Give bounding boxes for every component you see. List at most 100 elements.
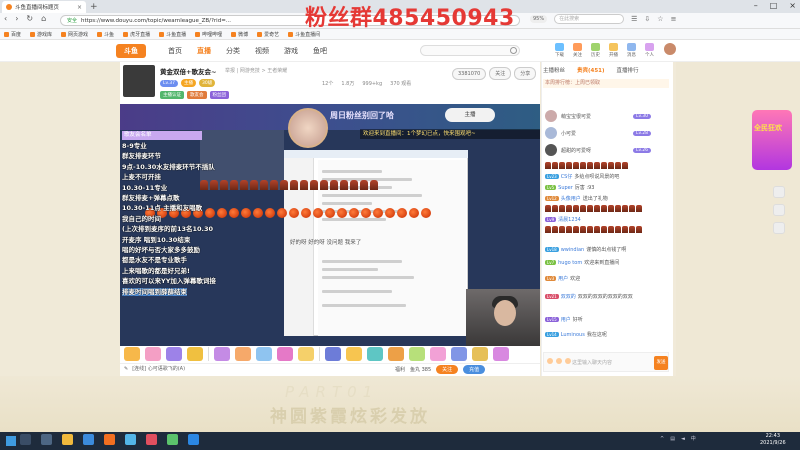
header-follow[interactable]: 关注 <box>573 43 582 58</box>
browser-tab[interactable]: 斗鱼直播间标题页 × <box>2 1 86 13</box>
gift-icon[interactable] <box>124 347 140 361</box>
room-subtitle[interactable]: 举报 | 网游竞技 > 王者荣耀 <box>225 67 287 74</box>
gift-icon[interactable] <box>472 347 488 361</box>
bookmark-item[interactable]: 斗鱼直播 <box>159 31 186 38</box>
site-search-input[interactable] <box>420 45 520 56</box>
task-view-icon[interactable] <box>41 434 52 445</box>
fan-badge-icon[interactable] <box>556 358 562 364</box>
forward-icon[interactable]: › <box>15 14 18 23</box>
menu-icon[interactable]: ≡ <box>671 15 677 23</box>
bookmark-item[interactable]: 网页游戏 <box>61 31 88 38</box>
rank-row[interactable]: 小可爱 Lv.28 <box>545 127 651 139</box>
tab-close-icon[interactable]: × <box>77 4 82 11</box>
refresh-icon[interactable]: ↻ <box>26 14 33 23</box>
header-download[interactable]: 下载 <box>555 43 564 58</box>
follow-action-button[interactable]: 关注 <box>436 365 459 374</box>
header-message[interactable]: 消息 <box>627 43 636 58</box>
follow-button[interactable]: 关注 <box>489 67 512 80</box>
ime-icon[interactable]: 中 <box>691 435 696 442</box>
chat-input[interactable]: 这里输入聊天内容 <box>572 359 612 366</box>
gift-icon[interactable] <box>235 347 251 361</box>
site-logo[interactable]: 斗鱼 <box>116 44 146 58</box>
gift-icon[interactable] <box>256 347 272 361</box>
nav-video[interactable]: 视频 <box>255 46 269 56</box>
nav-game[interactable]: 游戏 <box>284 46 298 56</box>
tab-fans[interactable]: 主播粉丝 <box>543 66 565 74</box>
rank-row[interactable]: 超甜的可爱呀 Lv.26 <box>545 144 651 156</box>
bookmark-item[interactable]: 游戏库 <box>30 31 52 38</box>
nav-category[interactable]: 分类 <box>226 46 240 56</box>
gift-icon[interactable] <box>451 347 467 361</box>
app-icon[interactable] <box>146 434 157 445</box>
rank-row[interactable]: 萌宝宝很可爱 Lv.30 <box>545 110 651 122</box>
gift-icon[interactable] <box>325 347 341 361</box>
tab-vip[interactable]: 贵宾(451) <box>577 66 605 74</box>
zoom-level[interactable]: 95% <box>530 15 548 23</box>
gift-icon[interactable] <box>166 347 182 361</box>
chat-username[interactable]: wwindian <box>561 247 585 253</box>
chat-username[interactable]: CS仔 <box>561 173 573 180</box>
recharge-button[interactable]: 充值 <box>463 365 486 374</box>
browser-icon[interactable] <box>83 434 94 445</box>
gift-icon[interactable] <box>298 347 314 361</box>
chat-username[interactable]: 用户 <box>561 316 571 323</box>
chat-username[interactable]: 清晨1234 <box>558 216 581 223</box>
bookmark-item[interactable]: 哔哩哔哩 <box>195 31 222 38</box>
download-icon[interactable]: ⇩ <box>644 15 650 23</box>
gift-icon[interactable] <box>277 347 293 361</box>
wechat-icon[interactable] <box>167 434 178 445</box>
gift-icon[interactable] <box>430 347 446 361</box>
gift-icon[interactable] <box>346 347 362 361</box>
connect-mic-info[interactable]: ✎ [连线] 心可语歌飞的(A) <box>124 365 185 373</box>
header-broadcast[interactable]: 开播 <box>609 43 618 58</box>
network-icon[interactable]: ▤ <box>670 436 675 442</box>
user-avatar[interactable] <box>664 43 676 55</box>
header-history[interactable]: 历史 <box>591 43 600 58</box>
gift-icon[interactable] <box>388 347 404 361</box>
browser-search-input[interactable]: 在此搜索 <box>554 14 625 24</box>
chat-username[interactable]: 用户 <box>558 275 568 282</box>
share-button[interactable]: 分享 <box>514 67 537 80</box>
gift-icon[interactable] <box>214 347 230 361</box>
send-button[interactable]: 发送 <box>654 356 668 370</box>
maximize-icon[interactable]: □ <box>770 1 778 10</box>
gift-icon[interactable] <box>145 347 161 361</box>
close-window-icon[interactable]: × <box>789 1 796 10</box>
room-tag[interactable]: 主播认证 <box>160 91 184 99</box>
bookmark-item[interactable]: 斗鱼 <box>97 31 114 38</box>
chat-username[interactable]: hugo tom <box>558 260 582 266</box>
extension-icon[interactable]: ☰ <box>631 15 637 23</box>
back-icon[interactable]: ‹ <box>4 14 7 23</box>
search-icon[interactable] <box>20 434 31 445</box>
nav-live[interactable]: 直播 <box>197 46 211 56</box>
room-tag[interactable]: 歌友会 <box>187 91 207 99</box>
side-tool-icon[interactable] <box>773 204 785 216</box>
volume-icon[interactable]: ◄ <box>681 436 685 442</box>
side-tool-icon[interactable] <box>773 222 785 234</box>
chevron-up-icon[interactable]: ^ <box>660 436 664 442</box>
room-tag[interactable]: 粉丝团 <box>209 91 229 99</box>
bookmark-item[interactable]: 爱奇艺 <box>257 31 279 38</box>
side-tool-icon[interactable] <box>773 186 785 198</box>
chat-username[interactable]: 头像用户 <box>561 195 581 202</box>
tab-ranking[interactable]: 直播排行 <box>617 66 639 74</box>
star-icon[interactable]: ☆ <box>657 15 663 23</box>
welfare-link[interactable]: 福利 <box>395 366 405 373</box>
home-icon[interactable]: ⌂ <box>41 14 46 23</box>
color-text-icon[interactable] <box>565 358 571 364</box>
gift-icon[interactable] <box>409 347 425 361</box>
nav-yuba[interactable]: 鱼吧 <box>313 46 327 56</box>
qq-icon[interactable] <box>188 434 199 445</box>
taskbar-clock[interactable]: 22:43 2021/9/26 <box>760 433 786 447</box>
bookmark-item[interactable]: 百度 <box>4 31 21 38</box>
emoji-icon[interactable] <box>547 358 553 364</box>
promo-banner[interactable] <box>752 110 792 170</box>
chat-username[interactable]: Luminous <box>561 332 585 338</box>
streamer-avatar[interactable] <box>123 65 155 97</box>
minimize-icon[interactable]: – <box>754 1 758 10</box>
gift-icon[interactable] <box>187 347 203 361</box>
chat-username[interactable]: Super <box>558 185 573 191</box>
bookmark-item[interactable]: 微博 <box>231 31 248 38</box>
gift-icon[interactable] <box>367 347 383 361</box>
gift-icon[interactable] <box>493 347 509 361</box>
